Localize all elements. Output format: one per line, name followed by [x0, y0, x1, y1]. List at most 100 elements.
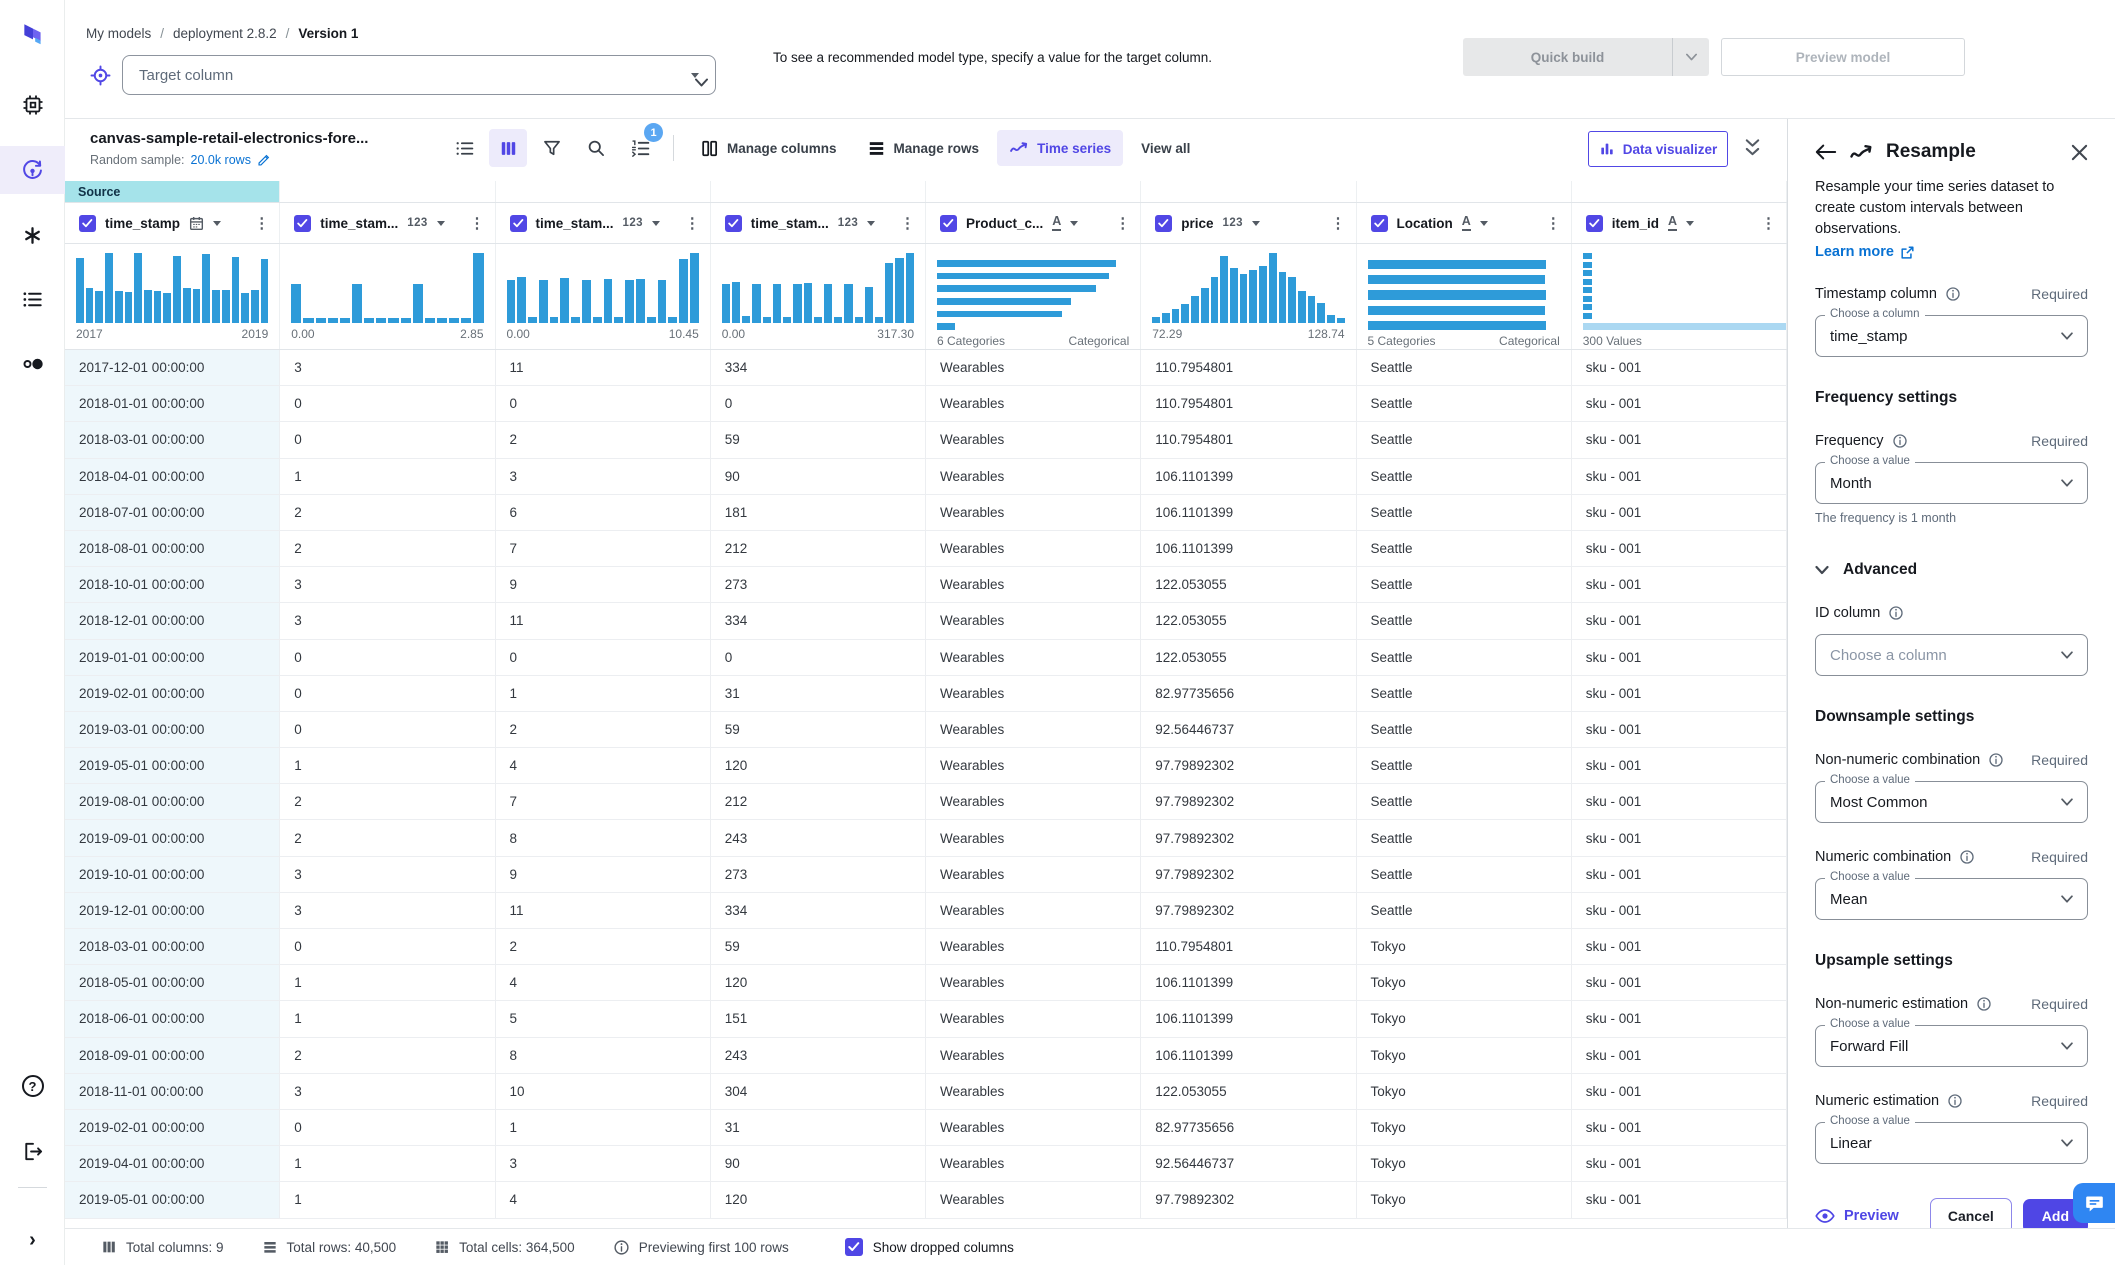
- manage-columns-button[interactable]: Manage columns: [688, 131, 849, 166]
- chevron-down-icon[interactable]: [1479, 220, 1488, 226]
- table-cell: Wearables: [926, 1146, 1142, 1183]
- column-headers-row: time_stamp ⋮ time_stam... 123 ⋮ time_stam... 1…: [65, 203, 1787, 244]
- table-cell: 9: [495, 567, 711, 604]
- table-cell: 4: [495, 1182, 711, 1219]
- breadcrumb-deployment[interactable]: deployment 2.8.2: [173, 26, 277, 41]
- column-header-time_stamp: time_stamp ⋮: [65, 203, 281, 243]
- grid-view-icon[interactable]: [489, 129, 527, 167]
- chat-widget-button[interactable]: [2073, 1183, 2115, 1223]
- back-arrow-icon[interactable]: [1815, 143, 1837, 161]
- steps-list-icon[interactable]: 1: [621, 123, 663, 167]
- chat-icon: [2085, 1196, 2103, 1211]
- list-view-icon[interactable]: [445, 129, 483, 167]
- breadcrumb-my-models[interactable]: My models: [86, 26, 151, 41]
- quick-build-button[interactable]: Quick build: [1463, 38, 1709, 76]
- target-column-select[interactable]: Target column: [122, 55, 716, 95]
- view-all-button[interactable]: View all: [1129, 133, 1202, 164]
- close-icon[interactable]: [2071, 144, 2088, 161]
- chevron-down-icon[interactable]: [867, 220, 876, 226]
- expand-sidebar-icon[interactable]: ›: [0, 1216, 65, 1264]
- workflow-icon[interactable]: [0, 211, 65, 259]
- collapse-double-chevron-icon[interactable]: [1743, 137, 1762, 158]
- table-cell: 10: [495, 1073, 711, 1110]
- chevron-down-icon[interactable]: [1251, 220, 1260, 226]
- search-icon[interactable]: [577, 129, 615, 167]
- circles-icon[interactable]: [0, 340, 65, 388]
- non-numeric-combination-select[interactable]: Choose a value Most Common: [1815, 774, 2088, 824]
- table-row: 2019-08-01 00:00:00 2 7 212 Wearables 97.7989…: [65, 784, 1787, 821]
- sagemaker-canvas-app: ? › My models / deployment 2.8.2 / Versi…: [0, 0, 2115, 1265]
- logout-icon[interactable]: [0, 1127, 65, 1175]
- numeric-estimation-select[interactable]: Choose a value Linear: [1815, 1115, 2088, 1165]
- quick-build-dropdown[interactable]: [1673, 38, 1709, 76]
- number-type-icon: 123: [1222, 217, 1243, 229]
- non-numeric-estimation-select[interactable]: Choose a value Forward Fill: [1815, 1018, 2088, 1068]
- table-cell: Wearables: [926, 965, 1142, 1002]
- learn-more-link[interactable]: Learn more: [1815, 244, 2088, 260]
- kebab-menu-icon[interactable]: ⋮: [470, 216, 485, 231]
- table-cell: 2018-10-01 00:00:00: [65, 567, 281, 604]
- chevron-down-icon[interactable]: [1070, 220, 1079, 226]
- chevron-down-icon[interactable]: [436, 220, 445, 226]
- chevron-down-icon: [2061, 1139, 2073, 1147]
- show-dropped-checkbox[interactable]: [844, 1238, 863, 1256]
- column-checkbox[interactable]: [940, 214, 957, 232]
- table-cell: Tokyo: [1356, 1182, 1572, 1219]
- table-cell: 2018-03-01 00:00:00: [65, 929, 281, 966]
- timestamp-column-select[interactable]: Choose a column time_stamp: [1815, 308, 2088, 358]
- build-model-icon[interactable]: [0, 146, 65, 194]
- kebab-menu-icon[interactable]: ⋮: [1761, 216, 1776, 231]
- chevron-down-icon: [2061, 332, 2073, 340]
- preview-model-button[interactable]: Preview model: [1721, 38, 1965, 76]
- table-cell: Seattle: [1356, 748, 1572, 785]
- table-cell: 2018-08-01 00:00:00: [65, 530, 281, 568]
- kebab-menu-icon[interactable]: ⋮: [254, 216, 269, 231]
- filter-icon[interactable]: [533, 129, 571, 167]
- steps-count-badge: 1: [644, 123, 663, 142]
- column-checkbox[interactable]: [294, 214, 312, 232]
- column-checkbox[interactable]: [1155, 214, 1173, 232]
- chevron-down-icon[interactable]: [651, 220, 660, 226]
- list-icon[interactable]: [0, 275, 65, 323]
- table-cell: 59: [710, 422, 926, 459]
- table-cell: 3: [280, 350, 496, 387]
- manage-rows-button[interactable]: Manage rows: [855, 131, 992, 166]
- column-checkbox[interactable]: [1370, 214, 1388, 232]
- kebab-menu-icon[interactable]: ⋮: [685, 216, 700, 231]
- kebab-menu-icon[interactable]: ⋮: [900, 216, 915, 231]
- table-cell: Tokyo: [1356, 1037, 1572, 1074]
- frequency-select[interactable]: Choose a value Month: [1815, 455, 2088, 505]
- column-checkbox[interactable]: [509, 214, 527, 232]
- source-tab[interactable]: Source: [65, 181, 281, 202]
- help-icon[interactable]: ?: [0, 1062, 65, 1110]
- column-checkbox[interactable]: [79, 214, 96, 232]
- table-cell: Wearables: [926, 458, 1142, 495]
- table-cell: 122.053055: [1141, 567, 1357, 604]
- table-cell: 2018-09-01 00:00:00: [65, 1037, 281, 1074]
- chevron-down-icon[interactable]: [1686, 220, 1695, 226]
- table-row: 2019-05-01 00:00:00 1 4 120 Wearables 97.7989…: [65, 748, 1787, 785]
- edit-pencil-icon[interactable]: [257, 153, 271, 167]
- chip-icon[interactable]: [0, 81, 65, 129]
- numeric-combination-select[interactable]: Choose a value Mean: [1815, 871, 2088, 921]
- data-visualizer-button[interactable]: Data visualizer: [1588, 131, 1728, 167]
- kebab-menu-icon[interactable]: ⋮: [1115, 216, 1130, 231]
- advanced-toggle[interactable]: Advanced: [1815, 561, 2088, 579]
- table-cell: sku - 001: [1571, 675, 1787, 712]
- panel-description: Resample your time series dataset to cre…: [1815, 179, 2055, 238]
- table-cell: sku - 001: [1571, 784, 1787, 821]
- table-cell: 106.1101399: [1141, 1001, 1357, 1038]
- column-checkbox[interactable]: [724, 214, 742, 232]
- table-cell: 31: [710, 1109, 926, 1147]
- table-cell: 151: [710, 1001, 926, 1038]
- kebab-menu-icon[interactable]: ⋮: [1546, 216, 1561, 231]
- kebab-menu-icon[interactable]: ⋮: [1331, 216, 1346, 231]
- id-column-select[interactable]: Choose a column: [1815, 634, 2088, 677]
- preview-button[interactable]: Preview: [1815, 1208, 1899, 1224]
- chevron-down-icon[interactable]: [213, 220, 222, 226]
- sample-size-link[interactable]: 20.0k rows: [191, 153, 251, 167]
- table-cell: 2019-12-01 00:00:00: [65, 892, 281, 929]
- text-type-icon: A: [1668, 215, 1678, 231]
- column-checkbox[interactable]: [1585, 214, 1603, 232]
- time-series-button[interactable]: Time series: [997, 130, 1124, 166]
